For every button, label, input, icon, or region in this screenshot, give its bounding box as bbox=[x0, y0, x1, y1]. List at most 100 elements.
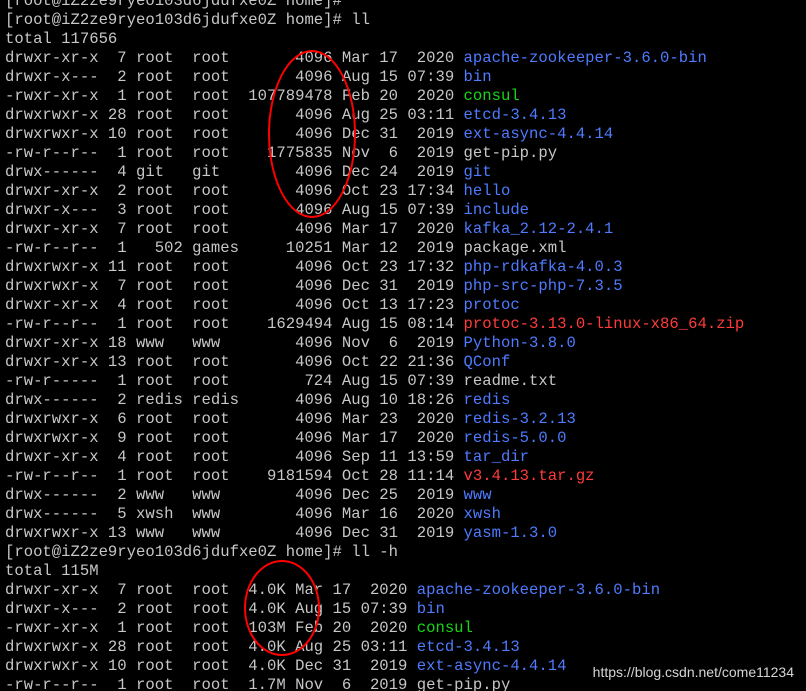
entry-name: ext-async-4.4.14 bbox=[416, 657, 567, 675]
entry-metadata: -rw-r--r-- 1 root root 1775835 Nov 6 201… bbox=[5, 144, 464, 162]
entry-name: yasm-1.3.0 bbox=[463, 524, 558, 542]
listing-row: drwxr-xr-x 4 root root 4096 Sep 11 13:59… bbox=[5, 448, 744, 467]
listing-row: drwxr-xr-x 4 root root 4096 Oct 13 17:23… bbox=[5, 296, 744, 315]
entry-name: redis-3.2.13 bbox=[463, 410, 576, 428]
entry-metadata: -rw-r--r-- 1 root root 1629494 Aug 15 08… bbox=[5, 315, 464, 333]
listing-row: drwx------ 5 xwsh www 4096 Mar 16 2020 x… bbox=[5, 505, 744, 524]
entry-name: consul bbox=[416, 619, 473, 637]
entry-metadata: drwx------ 5 xwsh www 4096 Mar 16 2020 bbox=[5, 505, 464, 523]
total-line: total 115M bbox=[5, 562, 99, 580]
watermark: https://blog.csdn.net/come11234 bbox=[592, 664, 794, 680]
listing-row: drwxrwxr-x 7 root root 4096 Dec 31 2019 … bbox=[5, 277, 744, 296]
entry-name: www bbox=[463, 486, 492, 504]
entry-name: etcd-3.4.13 bbox=[416, 638, 520, 656]
entry-name: php-src-php-7.3.5 bbox=[463, 277, 623, 295]
entry-metadata: drwxr-x--- 2 root root 4.0K Aug 15 07:39 bbox=[5, 600, 417, 618]
listing-row: drwxr-x--- 2 root root 4096 Aug 15 07:39… bbox=[5, 68, 744, 87]
entry-name: git bbox=[463, 163, 492, 181]
entry-metadata: drwxrwxr-x 13 www www 4096 Dec 31 2019 bbox=[5, 524, 464, 542]
listing-row: drwxr-xr-x 13 root root 4096 Oct 22 21:3… bbox=[5, 353, 744, 372]
entry-name: Python-3.8.0 bbox=[463, 334, 576, 352]
entry-name: kafka_2.12-2.4.1 bbox=[463, 220, 614, 238]
entry-metadata: drwxr-xr-x 7 root root 4.0K Mar 17 2020 bbox=[5, 581, 417, 599]
entry-metadata: drwx------ 2 redis redis 4096 Aug 10 18:… bbox=[5, 391, 464, 409]
prompt-line: [root@iZ2ze9ryeo103d6jdufxe0Z home]# ll bbox=[5, 11, 370, 29]
entry-metadata: drwxr-x--- 2 root root 4096 Aug 15 07:39 bbox=[5, 68, 464, 86]
listing-row: drwx------ 2 redis redis 4096 Aug 10 18:… bbox=[5, 391, 744, 410]
listing-row: -rw-r--r-- 1 root root 1775835 Nov 6 201… bbox=[5, 144, 744, 163]
entry-metadata: drwxr-xr-x 4 root root 4096 Sep 11 13:59 bbox=[5, 448, 464, 466]
listing-row: drwxrwxr-x 11 root root 4096 Oct 23 17:3… bbox=[5, 258, 744, 277]
listing-row: drwxrwxr-x 13 www www 4096 Dec 31 2019 y… bbox=[5, 524, 744, 543]
listing-row: drwxr-xr-x 7 root root 4.0K Mar 17 2020 … bbox=[5, 581, 744, 600]
listing-row: drwx------ 2 www www 4096 Dec 25 2019 ww… bbox=[5, 486, 744, 505]
listing-row: -rw-r--r-- 1 502 games 10251 Mar 12 2019… bbox=[5, 239, 744, 258]
entry-name: apache-zookeeper-3.6.0-bin bbox=[416, 581, 661, 599]
entry-metadata: drwxrwxr-x 10 root root 4096 Dec 31 2019 bbox=[5, 125, 464, 143]
entry-name: QConf bbox=[463, 353, 511, 371]
listing-row: drwxrwxr-x 6 root root 4096 Mar 23 2020 … bbox=[5, 410, 744, 429]
entry-name: redis bbox=[463, 391, 511, 409]
entry-name: readme.txt bbox=[463, 372, 558, 390]
entry-name: include bbox=[463, 201, 530, 219]
terminal-window[interactable]: [root@iZ2ze9ryeo103d6jdufxe0Z home]# [roo… bbox=[0, 0, 806, 691]
entry-metadata: drwx------ 2 www www 4096 Dec 25 2019 bbox=[5, 486, 464, 504]
entry-metadata: drwxrwxr-x 28 root root 4096 Aug 25 03:1… bbox=[5, 106, 464, 124]
entry-name: apache-zookeeper-3.6.0-bin bbox=[463, 49, 707, 67]
entry-name: protoc bbox=[463, 296, 520, 314]
entry-name: package.xml bbox=[463, 239, 567, 257]
entry-name: get-pip.py bbox=[463, 144, 558, 162]
entry-name: ext-async-4.4.14 bbox=[463, 125, 614, 143]
entry-metadata: drwxrwxr-x 6 root root 4096 Mar 23 2020 bbox=[5, 410, 464, 428]
entry-name: redis-5.0.0 bbox=[463, 429, 567, 447]
entry-metadata: drwxr-xr-x 2 root root 4096 Oct 23 17:34 bbox=[5, 182, 464, 200]
listing-row: drwxr-xr-x 18 www www 4096 Nov 6 2019 Py… bbox=[5, 334, 744, 353]
listing-row: -rwxr-xr-x 1 root root 107789478 Feb 20 … bbox=[5, 87, 744, 106]
entry-name: xwsh bbox=[463, 505, 501, 523]
listing-row: drwxrwxr-x 9 root root 4096 Mar 17 2020 … bbox=[5, 429, 744, 448]
listing-row: drwxr-xr-x 7 root root 4096 Mar 17 2020 … bbox=[5, 220, 744, 239]
terminal-output: [root@iZ2ze9ryeo103d6jdufxe0Z home]# [roo… bbox=[5, 0, 744, 691]
listing-row: drwxr-x--- 2 root root 4.0K Aug 15 07:39… bbox=[5, 600, 744, 619]
entry-metadata: -rwxr-xr-x 1 root root 103M Feb 20 2020 bbox=[5, 619, 417, 637]
entry-metadata: drwxr-xr-x 7 root root 4096 Mar 17 2020 bbox=[5, 49, 464, 67]
entry-metadata: drwxrwxr-x 28 root root 4.0K Aug 25 03:1… bbox=[5, 638, 417, 656]
listing-row: drwxr-x--- 3 root root 4096 Aug 15 07:39… bbox=[5, 201, 744, 220]
listing-row: -rwxr-xr-x 1 root root 103M Feb 20 2020 … bbox=[5, 619, 744, 638]
entry-metadata: drwxr-xr-x 4 root root 4096 Oct 13 17:23 bbox=[5, 296, 464, 314]
entry-metadata: drwxr-xr-x 18 www www 4096 Nov 6 2019 bbox=[5, 334, 464, 352]
prompt-line: [root@iZ2ze9ryeo103d6jdufxe0Z home]# bbox=[5, 0, 342, 10]
entry-name: php-rdkafka-4.0.3 bbox=[463, 258, 623, 276]
total-line: total 117656 bbox=[5, 30, 118, 48]
listing-row: drwxrwxr-x 28 root root 4.0K Aug 25 03:1… bbox=[5, 638, 744, 657]
listing-row: -rw-r----- 1 root root 724 Aug 15 07:39 … bbox=[5, 372, 744, 391]
entry-metadata: -rw-r--r-- 1 root root 9181594 Oct 28 11… bbox=[5, 467, 464, 485]
entry-name: consul bbox=[463, 87, 520, 105]
entry-metadata: -rwxr-xr-x 1 root root 107789478 Feb 20 … bbox=[5, 87, 464, 105]
entry-metadata: -rw-r--r-- 1 502 games 10251 Mar 12 2019 bbox=[5, 239, 464, 257]
entry-metadata: -rw-r----- 1 root root 724 Aug 15 07:39 bbox=[5, 372, 464, 390]
entry-metadata: drwxrwxr-x 9 root root 4096 Mar 17 2020 bbox=[5, 429, 464, 447]
entry-name: protoc-3.13.0-linux-x86_64.zip bbox=[463, 315, 745, 333]
listing-row: drwxr-xr-x 2 root root 4096 Oct 23 17:34… bbox=[5, 182, 744, 201]
listing-row: drwxrwxr-x 28 root root 4096 Aug 25 03:1… bbox=[5, 106, 744, 125]
listing-row: drwxr-xr-x 7 root root 4096 Mar 17 2020 … bbox=[5, 49, 744, 68]
entry-metadata: drwxrwxr-x 10 root root 4.0K Dec 31 2019 bbox=[5, 657, 417, 675]
entry-metadata: drwxr-xr-x 7 root root 4096 Mar 17 2020 bbox=[5, 220, 464, 238]
entry-metadata: drwxrwxr-x 7 root root 4096 Dec 31 2019 bbox=[5, 277, 464, 295]
entry-metadata: drwxr-x--- 3 root root 4096 Aug 15 07:39 bbox=[5, 201, 464, 219]
entry-metadata: -rw-r--r-- 1 root root 1.7M Nov 6 2019 bbox=[5, 676, 417, 691]
entry-name: bin bbox=[463, 68, 492, 86]
entry-name: hello bbox=[463, 182, 511, 200]
listing-row: drwxrwxr-x 10 root root 4096 Dec 31 2019… bbox=[5, 125, 744, 144]
entry-metadata: drwxr-xr-x 13 root root 4096 Oct 22 21:3… bbox=[5, 353, 464, 371]
entry-metadata: drwx------ 4 git git 4096 Dec 24 2019 bbox=[5, 163, 464, 181]
listing-row: -rw-r--r-- 1 root root 1629494 Aug 15 08… bbox=[5, 315, 744, 334]
entry-metadata: drwxrwxr-x 11 root root 4096 Oct 23 17:3… bbox=[5, 258, 464, 276]
listing-row: drwx------ 4 git git 4096 Dec 24 2019 gi… bbox=[5, 163, 744, 182]
listing-row: -rw-r--r-- 1 root root 9181594 Oct 28 11… bbox=[5, 467, 744, 486]
entry-name: bin bbox=[416, 600, 445, 618]
entry-name: tar_dir bbox=[463, 448, 530, 466]
prompt-line: [root@iZ2ze9ryeo103d6jdufxe0Z home]# ll … bbox=[5, 543, 399, 561]
entry-name: get-pip.py bbox=[416, 676, 511, 691]
